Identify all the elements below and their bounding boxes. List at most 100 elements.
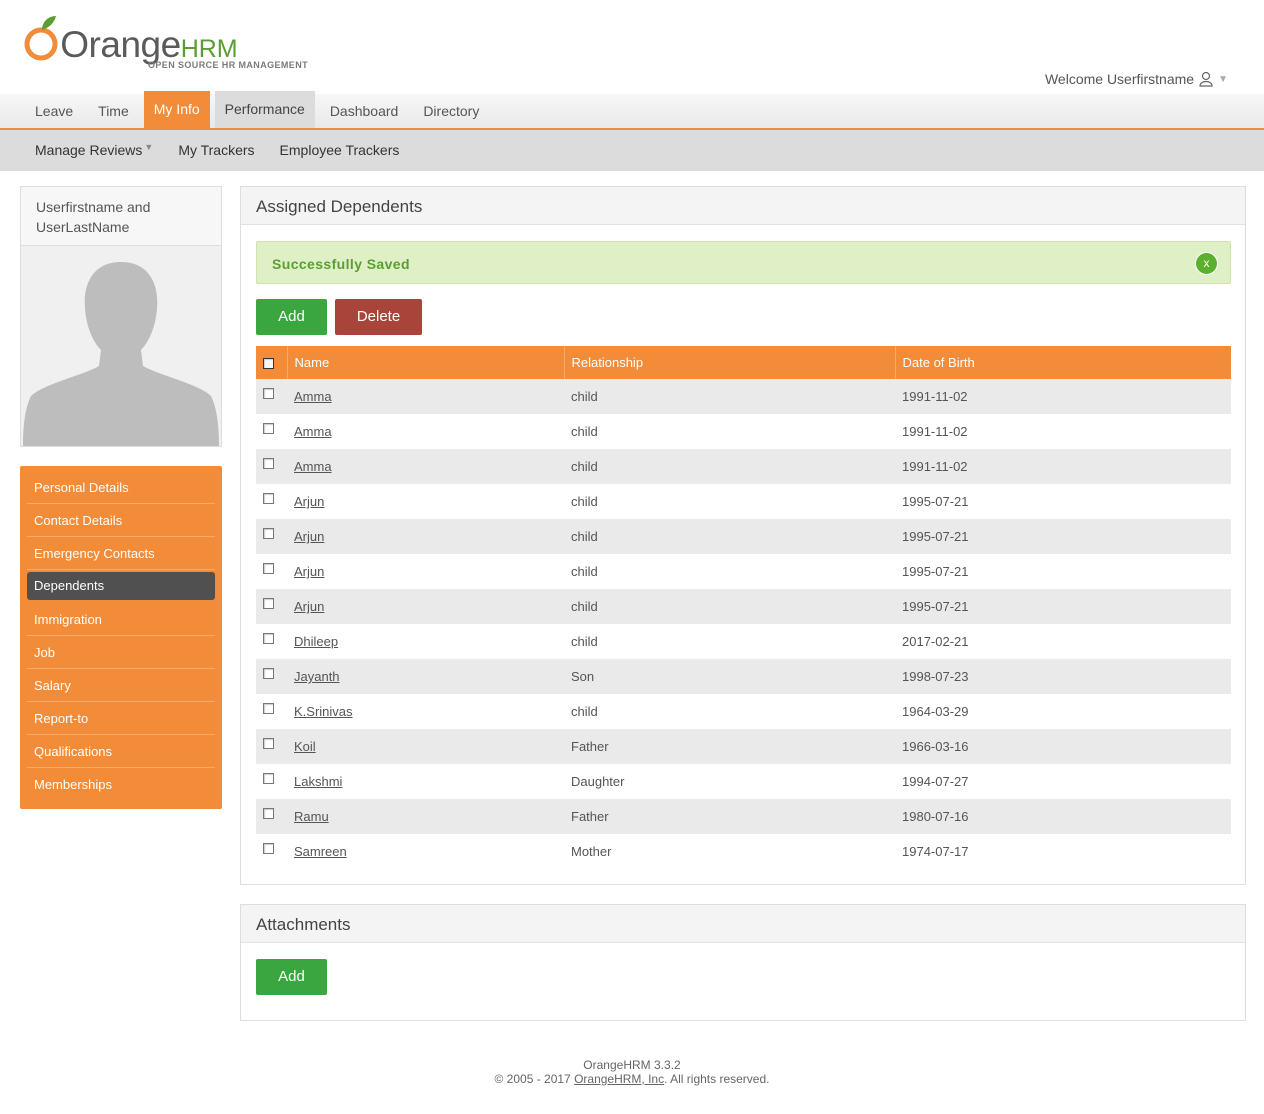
cell-dob: 1991-11-02 (895, 379, 1231, 414)
cell-name: Amma (287, 449, 564, 484)
cell-name: Dhileep (287, 624, 564, 659)
footer-version: OrangeHRM 3.3.2 (583, 1058, 681, 1072)
cell-relationship: child (564, 519, 895, 554)
nav-directory[interactable]: Directory (413, 94, 489, 128)
row-checkbox[interactable] (263, 773, 274, 785)
select-all-checkbox[interactable] (263, 358, 274, 370)
row-checkbox[interactable] (263, 703, 274, 715)
sidebar-item-emergency-contacts[interactable]: Emergency Contacts (27, 537, 215, 570)
top-navigation: Leave Time My Info Performance Dashboard… (0, 91, 1264, 130)
sidebar-item-memberships[interactable]: Memberships (27, 768, 215, 801)
cell-relationship: child (564, 694, 895, 729)
column-header-dob[interactable]: Date of Birth (895, 346, 1231, 379)
profile-photo[interactable] (21, 246, 221, 446)
dependent-name-link[interactable]: Samreen (294, 844, 347, 859)
footer: OrangeHRM 3.3.2 © 2005 - 2017 OrangeHRM,… (0, 1058, 1264, 1086)
sidebar-item-dependents[interactable]: Dependents (27, 572, 215, 600)
dependent-name-link[interactable]: K.Srinivas (294, 704, 353, 719)
row-checkbox-cell (256, 764, 287, 799)
add-dependent-button[interactable]: Add (256, 299, 327, 335)
subnav-manage-reviews[interactable]: Manage Reviews ▼ (35, 130, 153, 170)
sidebar-item-personal-details[interactable]: Personal Details (27, 471, 215, 504)
dependent-name-link[interactable]: Jayanth (294, 669, 340, 684)
cell-name: Arjun (287, 554, 564, 589)
sidebar-item-salary[interactable]: Salary (27, 669, 215, 702)
success-message: Successfully Saved x (256, 241, 1231, 284)
row-checkbox[interactable] (263, 633, 274, 645)
nav-performance[interactable]: Performance (214, 91, 315, 128)
cell-relationship: Mother (564, 834, 895, 869)
table-row: Lakshmi Daughter 1994-07-27 (256, 764, 1231, 799)
table-row: Ramu Father 1980-07-16 (256, 799, 1231, 834)
dependent-name-link[interactable]: Arjun (294, 529, 324, 544)
welcome-text: Welcome Userfirstname (1044, 71, 1195, 87)
nav-leave[interactable]: Leave (25, 94, 83, 128)
row-checkbox-cell (256, 729, 287, 764)
row-checkbox[interactable] (263, 808, 274, 820)
table-row: Arjun child 1995-07-21 (256, 589, 1231, 624)
cell-dob: 1966-03-16 (895, 729, 1231, 764)
row-checkbox[interactable] (263, 598, 274, 610)
cell-dob: 1995-07-21 (895, 554, 1231, 589)
sidebar-item-report-to[interactable]: Report-to (27, 702, 215, 735)
dependent-name-link[interactable]: Arjun (294, 494, 324, 509)
dependent-name-link[interactable]: Amma (294, 424, 332, 439)
row-checkbox[interactable] (263, 668, 274, 680)
footer-copyright: © 2005 - 2017 OrangeHRM, Inc. All rights… (0, 1072, 1264, 1086)
subnav-my-trackers[interactable]: My Trackers (178, 130, 254, 170)
subnav-employee-trackers[interactable]: Employee Trackers (280, 130, 400, 170)
row-checkbox[interactable] (263, 738, 274, 750)
success-text: Successfully Saved (272, 256, 410, 272)
dependent-name-link[interactable]: Amma (294, 389, 332, 404)
nav-dashboard[interactable]: Dashboard (320, 94, 409, 128)
cell-dob: 1980-07-16 (895, 799, 1231, 834)
attachments-panel: Attachments Add (240, 904, 1246, 1021)
dependent-name-link[interactable]: Arjun (294, 564, 324, 579)
cell-name: Amma (287, 414, 564, 449)
nav-my-info[interactable]: My Info (143, 91, 210, 128)
row-checkbox-cell (256, 414, 287, 449)
dependent-name-link[interactable]: Lakshmi (294, 774, 342, 789)
profile-box: Userfirstname and UserLastName (20, 186, 222, 447)
cell-relationship: Son (564, 659, 895, 694)
close-icon[interactable]: x (1195, 252, 1218, 275)
cell-dob: 1995-07-21 (895, 519, 1231, 554)
dependent-name-link[interactable]: Koil (294, 739, 316, 754)
row-checkbox[interactable] (263, 423, 274, 435)
row-checkbox[interactable] (263, 388, 274, 400)
dependent-name-link[interactable]: Dhileep (294, 634, 338, 649)
cell-relationship: child (564, 624, 895, 659)
table-row: Amma child 1991-11-02 (256, 379, 1231, 414)
cell-name: Arjun (287, 484, 564, 519)
cell-name: Amma (287, 379, 564, 414)
select-all-cell (256, 346, 288, 379)
brand-hrm: HRM (180, 35, 238, 63)
dependent-name-link[interactable]: Arjun (294, 599, 324, 614)
table-row: Koil Father 1966-03-16 (256, 729, 1231, 764)
add-attachment-button[interactable]: Add (256, 959, 327, 995)
column-header-relationship[interactable]: Relationship (564, 346, 896, 379)
table-row: K.Srinivas child 1964-03-29 (256, 694, 1231, 729)
company-link[interactable]: OrangeHRM, Inc (574, 1072, 664, 1086)
row-checkbox[interactable] (263, 843, 274, 855)
dependent-name-link[interactable]: Amma (294, 459, 332, 474)
sidebar-item-job[interactable]: Job (27, 636, 215, 669)
dependents-table: Name Relationship Date of Birth Amma chil… (256, 346, 1231, 869)
row-checkbox[interactable] (263, 493, 274, 505)
avatar-placeholder-icon (21, 246, 221, 446)
column-header-name[interactable]: Name (287, 346, 565, 379)
row-checkbox[interactable] (263, 458, 274, 470)
row-checkbox-cell (256, 554, 287, 589)
sidebar-item-qualifications[interactable]: Qualifications (27, 735, 215, 768)
row-checkbox[interactable] (263, 528, 274, 540)
delete-dependent-button[interactable]: Delete (335, 299, 422, 335)
welcome-menu[interactable]: Welcome Userfirstname ▼ (1045, 71, 1228, 87)
dependent-name-link[interactable]: Ramu (294, 809, 329, 824)
sidebar-item-immigration[interactable]: Immigration (27, 603, 215, 636)
nav-time[interactable]: Time (88, 94, 139, 128)
orangehrm-logo[interactable]: OOrangeHRM OPEN SOURCE HR MANAGEMENT (24, 12, 314, 72)
cell-dob: 1991-11-02 (895, 414, 1231, 449)
row-checkbox[interactable] (263, 563, 274, 575)
cell-relationship: child (564, 554, 895, 589)
sidebar-item-contact-details[interactable]: Contact Details (27, 504, 215, 537)
